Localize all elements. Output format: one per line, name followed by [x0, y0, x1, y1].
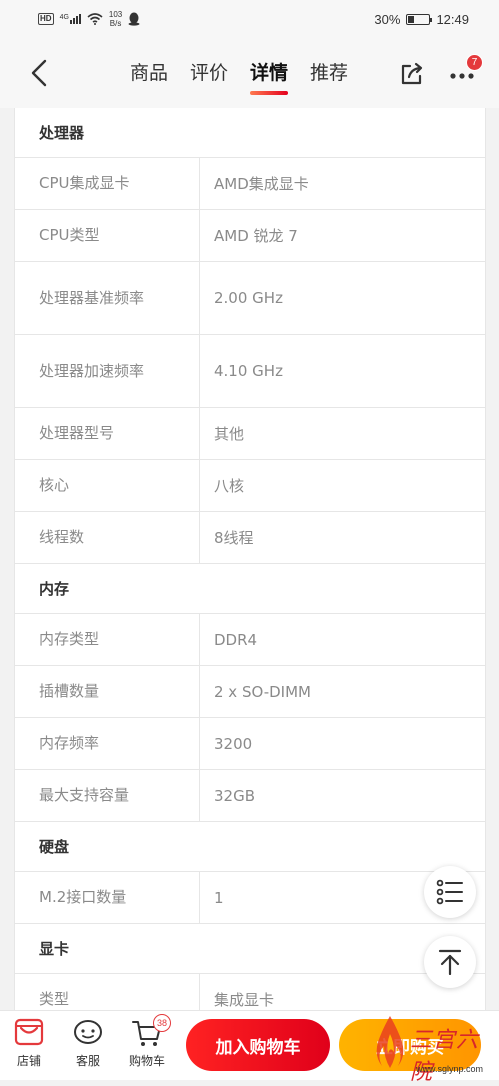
spec-value: 32GB [214, 786, 256, 805]
spec-label: 内存类型 [15, 614, 200, 665]
status-right: 30% 12:49 [374, 12, 469, 27]
tab-bar: 商品 评价 详情 推荐 [130, 58, 348, 95]
table-row: 核心 八核 [15, 460, 485, 512]
spec-value: 4.10 GHz [214, 362, 283, 380]
spec-label: M.2接口数量 [15, 872, 200, 923]
tab-product[interactable]: 商品 [130, 58, 168, 91]
table-row: CPU类型 AMD 锐龙 7 [15, 210, 485, 262]
battery-percent: 30% [374, 11, 401, 27]
spec-value: DDR4 [214, 630, 258, 649]
chevron-left-icon [31, 59, 47, 87]
table-row: 处理器基准频率 2.00 GHz [15, 262, 485, 335]
top-nav: 商品 评价 详情 推荐 7 [0, 38, 499, 108]
section-memory: 内存 [15, 564, 485, 614]
signal-icon: 4G [60, 14, 81, 24]
tab-recommend[interactable]: 推荐 [310, 58, 348, 91]
spec-value: AMD 锐龙 7 [214, 227, 298, 245]
watermark-logo: 三宫六院 www.sglynp.com [368, 1010, 496, 1085]
spec-label: CPU集成显卡 [15, 158, 200, 209]
spec-label: 处理器加速频率 [15, 335, 200, 407]
chat-icon [72, 1017, 104, 1049]
spec-label: 最大支持容量 [15, 770, 200, 821]
spec-value: 2.00 GHz [214, 289, 283, 307]
spec-value: AMD集成显卡 [214, 175, 309, 193]
section-processor: 处理器 [15, 108, 485, 158]
table-row: 处理器型号 其他 [15, 408, 485, 460]
watermark-text: 三宫六院 [410, 1028, 480, 1085]
speed-unit: B/s [109, 19, 122, 28]
spec-table: 处理器 CPU集成显卡 AMD集成显卡 CPU类型 AMD 锐龙 7 处理器基准频率… [14, 108, 486, 1010]
spec-label: 线程数 [15, 512, 200, 563]
notification-badge: 7 [466, 54, 483, 71]
spec-label: 处理器型号 [15, 408, 200, 459]
table-row: M.2接口数量 1 [15, 872, 485, 924]
clock: 12:49 [436, 11, 469, 27]
status-bar: HD 4G 103 B/s 30% 12:49 [0, 0, 499, 38]
table-row: 内存频率 3200 [15, 718, 485, 770]
network-type: 4G [59, 14, 69, 21]
cart-label: 购物车 [128, 1054, 165, 1068]
table-row: 线程数 8线程 [15, 512, 485, 564]
flame-icon [376, 1016, 404, 1068]
cart-count-badge: 38 [153, 1014, 171, 1032]
section-gpu: 显卡 [15, 924, 485, 974]
list-icon [436, 879, 463, 905]
status-left: HD 4G 103 B/s [38, 10, 140, 28]
spec-value: 3200 [214, 734, 253, 753]
table-row: CPU集成显卡 AMD集成显卡 [15, 158, 485, 210]
spec-label: 处理器基准频率 [15, 262, 200, 334]
arrow-up-icon [438, 949, 462, 975]
service-button[interactable]: 客服 [63, 1017, 113, 1069]
cart-icon: 38 [131, 1014, 171, 1049]
tab-details[interactable]: 详情 [250, 58, 289, 95]
penguin-icon [128, 12, 140, 26]
spec-value: 其他 [214, 425, 245, 443]
hd-indicator: HD [38, 13, 54, 25]
spec-value: 2 x SO-DIMM [214, 682, 311, 701]
battery-icon [406, 13, 433, 25]
share-button[interactable] [398, 60, 426, 88]
shop-button[interactable]: 店铺 [4, 1017, 54, 1069]
spec-value: 8线程 [214, 529, 254, 547]
spec-label: 插槽数量 [15, 666, 200, 717]
watermark-url: www.sglynp.com [416, 1064, 484, 1074]
back-to-top-button[interactable] [424, 936, 476, 988]
shop-icon [13, 1017, 45, 1049]
table-row: 插槽数量 2 x SO-DIMM [15, 666, 485, 718]
spec-value: 八核 [214, 477, 245, 495]
tab-reviews[interactable]: 评价 [190, 58, 228, 91]
speed-value: 103 [108, 10, 123, 19]
share-icon [401, 62, 423, 85]
cart-button[interactable]: 38 购物车 [122, 1014, 172, 1069]
service-label: 客服 [75, 1054, 100, 1068]
shop-label: 店铺 [16, 1054, 41, 1068]
spec-label: CPU类型 [15, 210, 200, 261]
table-row: 类型 集成显卡 [15, 974, 485, 1010]
table-row: 内存类型 DDR4 [15, 614, 485, 666]
wifi-icon [87, 13, 103, 25]
spec-label: 类型 [15, 974, 200, 1010]
back-button[interactable] [24, 58, 54, 88]
active-tab-indicator [250, 91, 289, 95]
spec-label: 核心 [15, 460, 200, 511]
table-row: 最大支持容量 32GB [15, 770, 485, 822]
table-row: 处理器加速频率 4.10 GHz [15, 335, 485, 408]
add-to-cart-button[interactable]: 加入购物车 [186, 1019, 330, 1071]
filter-list-button[interactable] [424, 866, 476, 918]
spec-label: 内存频率 [15, 718, 200, 769]
spec-scroll-area[interactable]: 处理器 CPU集成显卡 AMD集成显卡 CPU类型 AMD 锐龙 7 处理器基准频率… [0, 108, 499, 1010]
network-speed: 103 B/s [109, 10, 122, 28]
section-disk: 硬盘 [15, 822, 485, 872]
